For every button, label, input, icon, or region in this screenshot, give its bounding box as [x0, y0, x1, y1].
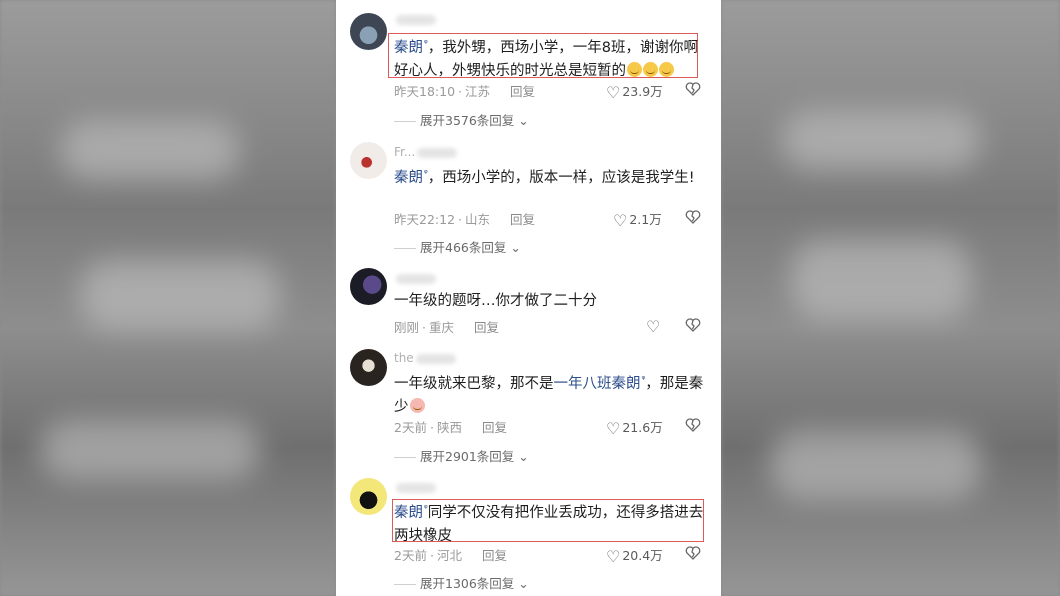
expand-replies-button[interactable]: 展开1306条回复 ⌄	[394, 573, 529, 592]
username[interactable]: the	[394, 351, 456, 365]
comment-meta: 昨天22:12 · 山东 回复	[394, 212, 536, 227]
username[interactable]	[394, 271, 436, 285]
dislike-icon[interactable]	[685, 417, 701, 433]
mention-link[interactable]: 秦朗	[394, 170, 423, 186]
dislike-icon[interactable]	[685, 317, 701, 333]
comment-text: 一年级的题呀…你才做了二十分	[394, 293, 597, 309]
comment-meta: 2天前 · 陕西 回复	[394, 420, 507, 435]
grin-emoji-icon	[643, 61, 658, 77]
username[interactable]	[394, 12, 436, 26]
expand-replies-button[interactable]: 展开466条回复 ⌄	[394, 237, 521, 256]
heart-icon: ♡	[606, 547, 621, 566]
reply-button[interactable]: 回复	[510, 84, 535, 99]
mention-link[interactable]: 秦朗	[394, 40, 423, 56]
comment-meta: 昨天18:10 · 江苏 回复	[394, 84, 536, 99]
comment-list: 秦朗ᵠ，我外甥，西场小学，一年8班，谢谢你啊好心人，外甥快乐的时光总是短暂的 昨…	[336, 0, 721, 596]
grin-emoji-icon	[659, 61, 674, 77]
mention-link[interactable]: 一年八班秦朗	[554, 376, 641, 392]
comment-meta: 2天前 · 河北 回复	[394, 548, 507, 563]
like-button[interactable]: ♡ 20.4万	[606, 545, 663, 566]
expand-replies-button[interactable]: 展开3576条回复 ⌄	[394, 110, 529, 129]
username[interactable]	[394, 480, 436, 494]
username[interactable]: Fr...	[394, 145, 458, 159]
avatar[interactable]	[350, 349, 387, 386]
reply-button[interactable]: 回复	[482, 420, 507, 435]
comment-text: 秦朗ᵠ同学不仅没有把作业丢成功，还得多搭进去两块橡皮	[394, 504, 704, 544]
grin-emoji-icon	[627, 61, 642, 77]
reply-button[interactable]: 回复	[482, 548, 507, 563]
reply-button[interactable]: 回复	[474, 320, 499, 335]
comment-text: 秦朗ᵠ，西场小学的，版本一样，应该是我学生!	[394, 169, 695, 186]
reply-button[interactable]: 回复	[510, 212, 535, 227]
cry-emoji-icon	[409, 397, 425, 413]
avatar[interactable]	[350, 13, 387, 50]
background-right-blur	[721, 0, 1060, 596]
like-button[interactable]: ♡ 23.9万	[606, 81, 663, 102]
avatar[interactable]	[350, 268, 387, 305]
heart-icon: ♡	[613, 211, 628, 230]
like-button[interactable]: ♡	[646, 317, 662, 336]
like-button[interactable]: ♡ 2.1万	[613, 209, 662, 230]
heart-icon: ♡	[646, 317, 661, 336]
comment-text: 一年级就来巴黎，那不是一年八班秦朗ᵠ，那是秦少	[394, 375, 704, 415]
dislike-icon[interactable]	[685, 209, 701, 225]
like-button[interactable]: ♡ 21.6万	[606, 417, 663, 438]
background-left-blur	[0, 0, 336, 596]
dislike-icon[interactable]	[685, 545, 701, 561]
expand-replies-button[interactable]: 展开2901条回复 ⌄	[394, 446, 529, 465]
avatar[interactable]	[350, 478, 387, 515]
heart-icon: ♡	[606, 83, 621, 102]
avatar[interactable]	[350, 142, 387, 179]
dislike-icon[interactable]	[685, 81, 701, 97]
mention-link[interactable]: 秦朗	[394, 505, 423, 521]
comment-meta: 刚刚 · 重庆 回复	[394, 320, 500, 335]
heart-icon: ♡	[606, 419, 621, 438]
comment-text: 秦朗ᵠ，我外甥，西场小学，一年8班，谢谢你啊好心人，外甥快乐的时光总是短暂的	[394, 39, 698, 79]
